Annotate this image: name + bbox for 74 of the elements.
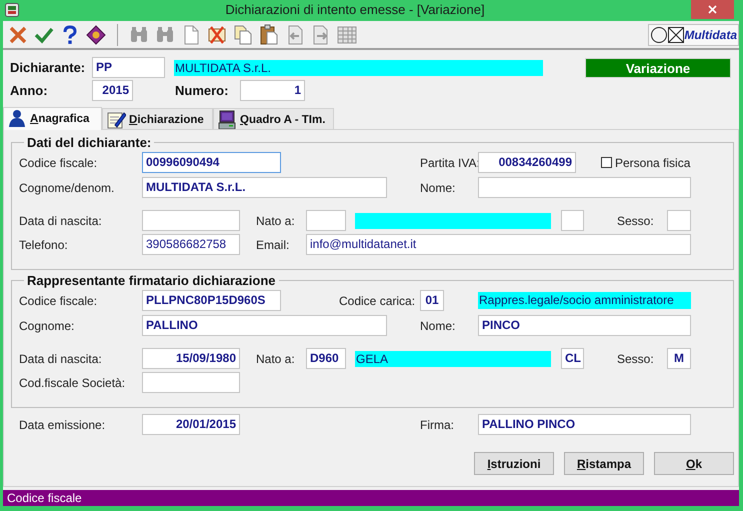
- field-label: Codice fiscale:: [19, 156, 98, 170]
- input-field[interactable]: [561, 210, 584, 231]
- input-field[interactable]: PP: [92, 57, 165, 78]
- logo-text: Multidata: [684, 28, 737, 42]
- app-icon: [5, 3, 19, 17]
- field-label: Data emissione:: [19, 418, 106, 432]
- input-field[interactable]: PLLPNC80P15D960S: [142, 290, 281, 311]
- input-field[interactable]: 15/09/1980: [142, 348, 240, 369]
- input-field[interactable]: [478, 177, 691, 198]
- copy-icon[interactable]: [232, 24, 254, 46]
- field-label: Partita IVA:: [420, 156, 478, 170]
- tab[interactable]: Quadro A - TIm.: [213, 108, 334, 130]
- field-label: Email:: [256, 238, 290, 252]
- mode-indicator: Variazione: [585, 58, 731, 78]
- field-label: Data di nascita:: [19, 352, 103, 366]
- input-field[interactable]: 390586682758: [142, 234, 240, 255]
- input-field[interactable]: 00996090494: [142, 152, 281, 173]
- logo-icon: [650, 24, 684, 44]
- window-title: Dichiarazioni di intento emesse - [Variazione]: [224, 1, 486, 19]
- description-field: GELA: [355, 350, 551, 366]
- delete-document-icon[interactable]: [206, 24, 228, 46]
- field-label: Dichiarante:: [10, 60, 86, 75]
- field-label: Nato a:: [256, 214, 296, 228]
- tab[interactable]: Dichiarazione: [102, 108, 213, 130]
- paste-icon[interactable]: [258, 24, 280, 46]
- button[interactable]: Istruzioni: [474, 452, 554, 475]
- input-field[interactable]: MULTIDATA S.r.L.: [142, 177, 387, 198]
- input-field[interactable]: 2015: [92, 80, 133, 101]
- logo-button[interactable]: Multidata: [648, 24, 739, 46]
- input-field[interactable]: CL: [561, 348, 584, 369]
- field-label: Numero:: [175, 83, 230, 98]
- field-label: Cognome:: [19, 318, 76, 332]
- input-field[interactable]: PINCO: [478, 315, 691, 336]
- input-field[interactable]: M: [667, 348, 691, 369]
- input-field[interactable]: [142, 372, 240, 393]
- close-icon[interactable]: [691, 0, 734, 19]
- input-field[interactable]: PALLINO: [142, 315, 387, 336]
- field-label: Cod.fiscale Società:: [19, 376, 126, 390]
- book-icon[interactable]: [85, 24, 107, 46]
- field-label: Cognome/denom.: [19, 180, 116, 194]
- field-label: Nome:: [420, 318, 456, 332]
- field-label: Sesso:: [617, 352, 655, 366]
- computer-icon: [217, 110, 237, 130]
- field-label: Telefono:: [19, 238, 69, 252]
- notepad-icon: [106, 110, 126, 130]
- button[interactable]: Ristampa: [564, 452, 644, 475]
- field-label: Sesso:: [617, 214, 655, 228]
- input-field[interactable]: D960: [306, 348, 346, 369]
- field-label: Nome:: [420, 180, 456, 194]
- input-field[interactable]: [667, 210, 691, 231]
- input-field[interactable]: [306, 210, 346, 231]
- person-icon: [7, 109, 27, 129]
- input-field[interactable]: PALLINO PINCO: [478, 414, 691, 435]
- input-field[interactable]: 00834260499: [478, 152, 576, 173]
- description-field: Rappres.legale/socio amministratore: [478, 292, 691, 309]
- field-label: Data di nascita:: [19, 214, 103, 228]
- button[interactable]: Ok: [654, 452, 734, 475]
- group-title: Dati del dichiarante:: [26, 135, 152, 150]
- field-label: Codice fiscale:: [19, 294, 98, 308]
- input-field[interactable]: 01: [420, 290, 444, 311]
- checkbox-label: Persona fisica: [615, 156, 690, 170]
- field-label: Anno:: [10, 83, 49, 98]
- description-field: MULTIDATA S.r.L.: [174, 60, 543, 76]
- group-title: Rappresentante firmatario dichiarazione: [26, 273, 277, 288]
- input-field[interactable]: 20/01/2015: [142, 414, 240, 435]
- field-label: Firma:: [420, 418, 455, 432]
- input-field[interactable]: 1: [240, 80, 305, 101]
- input-field[interactable]: [142, 210, 240, 231]
- status-bar: Codice fiscale: [3, 490, 739, 506]
- field-label: Nato a:: [256, 352, 296, 366]
- field-label: Codice carica:: [339, 294, 416, 308]
- input-field[interactable]: info@multidatanet.it: [306, 234, 691, 255]
- checkbox[interactable]: [601, 157, 612, 168]
- tab[interactable]: Anagrafica: [3, 107, 102, 130]
